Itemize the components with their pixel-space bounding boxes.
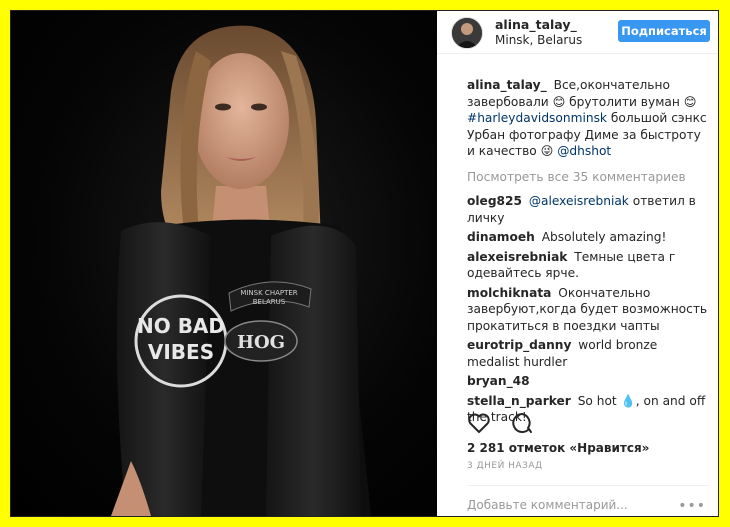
caption-text-2: брутолити вуман [565, 94, 684, 109]
comment-text: Absolutely amazing! [541, 230, 667, 244]
add-comment-input[interactable]: Добавьте комментарий... [467, 485, 709, 512]
caption-hashtag[interactable]: #harleydavidsonminsk [467, 111, 607, 125]
comment-username[interactable]: dinamoeh [467, 230, 535, 244]
comment-username[interactable]: eurotrip_danny [467, 338, 571, 352]
comment-item: oleg825 @alexeisrebniak ответил в личку [467, 193, 709, 226]
post-header: alina_talay_ Minsk, Belarus Подписаться [437, 11, 718, 54]
comment-item: molchiknata Окончательно завербуют,когда… [467, 285, 709, 335]
post-frame: NO BAD VIBES MINSK CHAPTER BELARUS HOG a… [10, 10, 719, 517]
avatar-image [452, 18, 482, 48]
droplet-emoji-icon: 💧 [620, 393, 636, 408]
portrait-illustration: NO BAD VIBES MINSK CHAPTER BELARUS HOG [111, 25, 371, 516]
shirt-text-2: VIBES [148, 340, 214, 364]
avatar[interactable] [451, 17, 483, 49]
follow-button[interactable]: Подписаться [618, 20, 710, 42]
view-all-comments[interactable]: Посмотреть все 35 комментариев [467, 169, 709, 186]
patch-text-1: MINSK CHAPTER [240, 289, 297, 297]
caption-username[interactable]: alina_talay_ [467, 78, 547, 92]
caption-mention[interactable]: @dhshot [557, 144, 611, 158]
shirt-text-1: NO BAD [137, 314, 225, 338]
smile-emoji-icon-2: 😊 [683, 94, 697, 109]
comment-item: dinamoeh Absolutely amazing! [467, 229, 709, 246]
wink-emoji-icon: 😜 [540, 144, 554, 158]
header-username[interactable]: alina_talay_ [495, 17, 577, 32]
post-sidebar: alina_talay_ Minsk, Belarus Подписаться … [437, 11, 718, 516]
hog-logo-text: HOG [237, 332, 285, 353]
comment-item: alexeisrebniak Темные цвета г одевайтесь… [467, 249, 709, 282]
likes-count[interactable]: 2 281 отметок «Нравится» [467, 441, 649, 455]
action-bar [467, 412, 534, 436]
comment-username[interactable]: bryan_48 [467, 374, 530, 388]
post-photo[interactable]: NO BAD VIBES MINSK CHAPTER BELARUS HOG [11, 11, 437, 516]
more-options-icon[interactable]: ••• [678, 498, 706, 514]
comment-username[interactable]: stella_n_parker [467, 394, 571, 408]
comment-text: So hot [577, 393, 621, 408]
comments-list: alina_talay_ Все,окончательно завербовал… [467, 77, 709, 429]
comment-item: eurotrip_danny world bronze medalist hur… [467, 337, 709, 370]
comment-username[interactable]: alexeisrebniak [467, 250, 567, 264]
caption: alina_talay_ Все,окончательно завербовал… [467, 77, 709, 160]
patch-text-2: BELARUS [253, 298, 286, 306]
comment-username[interactable]: molchiknata [467, 286, 551, 300]
smile-emoji-icon: 😊 [552, 94, 566, 109]
post-timestamp: 3 ДНЕЙ НАЗАД [467, 461, 543, 471]
header-location[interactable]: Minsk, Belarus [495, 33, 582, 47]
heart-icon[interactable] [467, 412, 491, 434]
comment-mention[interactable]: @alexeisrebniak [529, 194, 629, 208]
comment-item: bryan_48 [467, 373, 709, 390]
comment-icon[interactable] [510, 412, 534, 434]
comment-username[interactable]: oleg825 [467, 194, 522, 208]
